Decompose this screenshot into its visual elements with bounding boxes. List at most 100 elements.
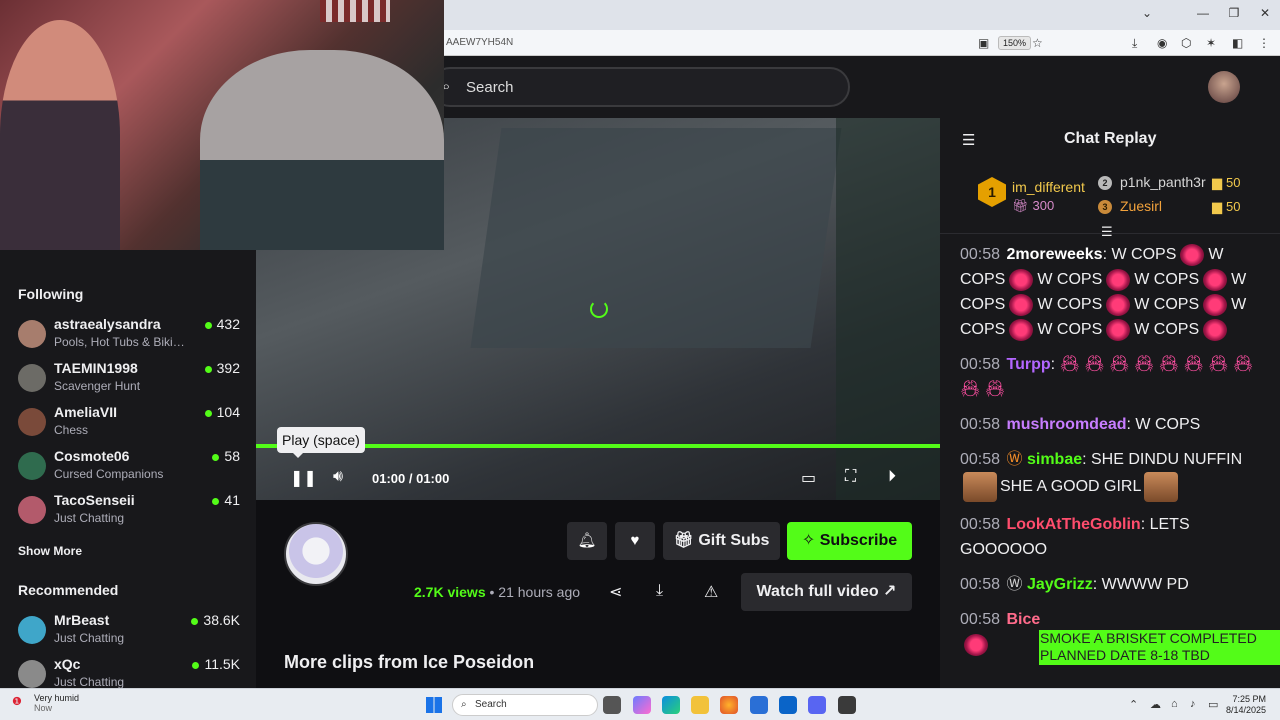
crab-emote-icon: 🦀︎ 🦀︎ 🦀︎ 🦀︎ 🦀︎ 🦀︎ 🦀︎ 🦀︎ 🦀︎ 🦀︎ bbox=[960, 356, 1254, 398]
gifter-leaderboard: 1 im_different 🎁︎ 300 2 p1nk_panth3r ▆ 50 … bbox=[940, 162, 1280, 239]
volume-icon[interactable]: 🔊︎ bbox=[333, 468, 343, 486]
fullscreen-icon[interactable]: ⛶ bbox=[845, 468, 856, 486]
sidebar-channel-cosmote06[interactable]: Cosmote06 Cursed Companions 58 bbox=[18, 448, 240, 488]
theater-mode-icon[interactable]: ▭ bbox=[801, 468, 816, 488]
pause-icon[interactable]: ❚❚ bbox=[290, 468, 317, 488]
menu-dots-icon[interactable]: ⋮ bbox=[1258, 36, 1270, 50]
viewer-count-value: 432 bbox=[216, 316, 240, 332]
tray-battery-icon[interactable]: ▭ bbox=[1208, 698, 1218, 711]
recommended-title: Recommended bbox=[18, 582, 119, 598]
viewer-count: 104 bbox=[204, 404, 240, 420]
extensions-icon[interactable]: ⬡ bbox=[1181, 36, 1191, 50]
gift-subs-button[interactable]: 🎁︎ Gift Subs bbox=[663, 522, 780, 560]
search-icon: ⌕ bbox=[461, 699, 467, 710]
follow-heart-button[interactable]: ♥ bbox=[615, 522, 655, 560]
download-icon[interactable]: ⤓ bbox=[1132, 36, 1137, 51]
share-icon[interactable]: ⋖ bbox=[609, 582, 622, 602]
live-dot-icon bbox=[191, 617, 199, 625]
avatar bbox=[18, 320, 46, 348]
avatar bbox=[18, 364, 46, 392]
sidebar-channel-tacosenseii[interactable]: TacoSenseii Just Chatting 41 bbox=[18, 492, 240, 532]
screen: ⌄ — ❐ ✕ AAEW7YH54N ▣ 150% ☆ ⤓ ◉ ⬡ ✶ ◧ ⋮ … bbox=[0, 0, 1280, 720]
autoplay-icon[interactable]: ⏵ bbox=[888, 468, 896, 486]
watch-full-video-button[interactable]: Watch full video ↗ bbox=[741, 573, 912, 611]
username[interactable]: Bice bbox=[1007, 611, 1041, 628]
chat-title: Chat Replay bbox=[1064, 130, 1157, 147]
notification-bell-button[interactable]: 🔔︎ bbox=[567, 522, 607, 560]
weather-widget[interactable]: ❶ Very humid Now bbox=[12, 693, 79, 713]
subscribe-button[interactable]: ✧ Subscribe bbox=[787, 522, 912, 560]
gifter-name[interactable]: Zuesirl bbox=[1120, 198, 1162, 214]
username[interactable]: JayGrizz bbox=[1027, 576, 1093, 593]
chevron-down-icon[interactable]: ⌄ bbox=[1132, 6, 1162, 20]
file-explorer-icon[interactable] bbox=[691, 696, 709, 714]
sidebar-channel-astraealysandra[interactable]: astraealysandra Pools, Hot Tubs & Biki… … bbox=[18, 316, 240, 356]
stream-goal-overlay: SMOKE A BRISKET COMPLETED PLANNED DATE 8… bbox=[1039, 630, 1280, 665]
search-input[interactable]: ⌕ Search bbox=[430, 67, 850, 107]
emote-icon bbox=[1203, 293, 1228, 316]
chat-menu-icon[interactable]: ☰ bbox=[962, 131, 975, 149]
close-icon[interactable]: ✕ bbox=[1250, 6, 1280, 20]
live-dot-icon bbox=[204, 409, 212, 417]
username[interactable]: Turpp bbox=[1007, 356, 1051, 373]
extension-kick-icon[interactable]: ✶ bbox=[1206, 36, 1216, 50]
username[interactable]: 2moreweeks bbox=[1007, 246, 1103, 263]
star-icon[interactable]: ☆ bbox=[1032, 36, 1043, 50]
discord-icon[interactable] bbox=[808, 696, 826, 714]
channel-category: Just Chatting bbox=[54, 511, 125, 525]
goal-line-1: SMOKE A BRISKET COMPLETED bbox=[1040, 630, 1257, 646]
url-text[interactable]: AAEW7YH54N bbox=[446, 37, 513, 48]
chat-messages: 00:58 2moreweeks: W COPS W COPS W COPS W CO… bbox=[960, 242, 1266, 667]
tray-cloud-icon[interactable]: ☁ bbox=[1150, 698, 1161, 711]
expand-leaderboard-icon[interactable]: ☰ bbox=[1101, 224, 1113, 240]
taskbar-search[interactable]: ⌕ Search bbox=[452, 694, 598, 716]
restore-icon[interactable]: ❐ bbox=[1219, 6, 1249, 20]
user-avatar[interactable] bbox=[1208, 71, 1240, 103]
person-image bbox=[200, 50, 444, 250]
app-icon[interactable] bbox=[838, 696, 856, 714]
username[interactable]: mushroomdead bbox=[1007, 416, 1127, 433]
extension-badge-icon[interactable]: ◧ bbox=[1232, 36, 1243, 50]
gifter-name[interactable]: im_different bbox=[1012, 179, 1085, 195]
outlook-icon[interactable] bbox=[779, 696, 797, 714]
goal-line-2: PLANNED DATE 8-18 TBD bbox=[1040, 647, 1210, 663]
sidebar-channel-mrbeast[interactable]: MrBeast Just Chatting 38.6K bbox=[18, 612, 240, 652]
avatar bbox=[18, 616, 46, 644]
reader-icon[interactable]: ▣ bbox=[978, 36, 989, 50]
username[interactable]: LookAtTheGoblin bbox=[1007, 516, 1141, 533]
weather-text: Very humid bbox=[34, 693, 80, 703]
tray-volume-icon[interactable]: ♪ bbox=[1190, 698, 1196, 710]
windows-start-icon[interactable] bbox=[426, 697, 442, 713]
download-icon[interactable]: ⤓ bbox=[656, 582, 663, 600]
gifter-name[interactable]: p1nk_panth3r bbox=[1120, 174, 1206, 190]
username[interactable]: simbae bbox=[1027, 451, 1082, 468]
sidebar-channel-taemin1998[interactable]: TAEMIN1998 Scavenger Hunt 392 bbox=[18, 360, 240, 400]
clock-time: 7:25 PM bbox=[1232, 694, 1267, 704]
minimize-icon[interactable]: — bbox=[1188, 6, 1218, 20]
avatar bbox=[18, 408, 46, 436]
person-image bbox=[0, 20, 120, 250]
taskbar-clock[interactable]: 7:25 PM 8/14/2025 bbox=[1226, 694, 1266, 716]
tray-network-icon[interactable]: ⌂ bbox=[1171, 698, 1178, 710]
tray-chevron-icon[interactable]: ⌃ bbox=[1129, 698, 1138, 711]
zoom-badge[interactable]: 150% bbox=[998, 36, 1032, 50]
viewer-count-value: 58 bbox=[224, 448, 240, 464]
timestamp: 00:58 bbox=[960, 576, 1001, 593]
channel-avatar[interactable] bbox=[284, 522, 348, 586]
video-frame-shape bbox=[470, 128, 842, 348]
show-more-button[interactable]: Show More bbox=[18, 544, 82, 558]
viewer-count: 432 bbox=[204, 316, 240, 332]
firefox-icon[interactable] bbox=[720, 696, 738, 714]
edge-icon[interactable] bbox=[662, 696, 680, 714]
sidebar-channel-ameliavii[interactable]: AmeliaVII Chess 104 bbox=[18, 404, 240, 444]
store-icon[interactable] bbox=[750, 696, 768, 714]
channel-name: AmeliaVII bbox=[54, 404, 118, 420]
report-warning-icon[interactable]: ⚠ bbox=[704, 582, 718, 602]
task-view-icon[interactable] bbox=[603, 696, 621, 714]
copilot-icon[interactable] bbox=[633, 696, 651, 714]
emote-icon bbox=[1009, 318, 1034, 341]
timestamp: 00:58 bbox=[960, 356, 1001, 373]
loading-spinner-icon bbox=[590, 300, 608, 318]
account-icon[interactable]: ◉ bbox=[1157, 36, 1167, 50]
chat-message: 00:58 mushroomdead: W COPS bbox=[960, 412, 1266, 437]
